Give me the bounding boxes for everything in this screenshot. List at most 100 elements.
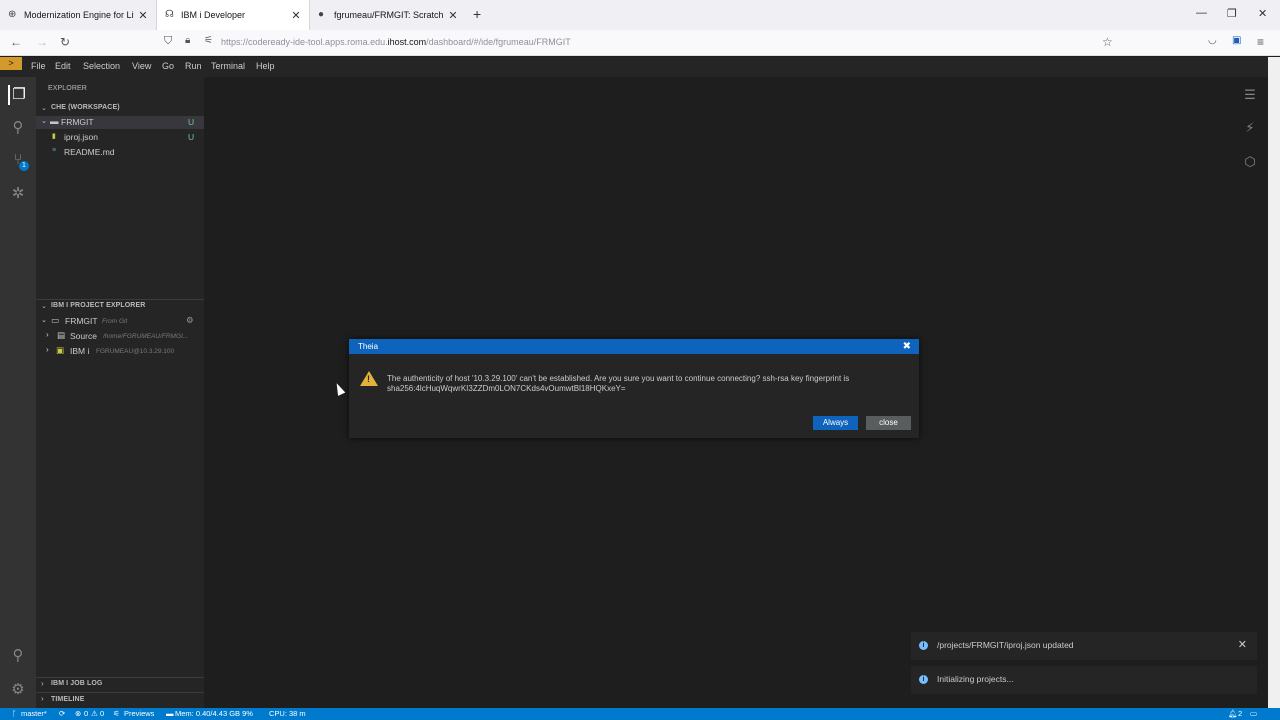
menu-go[interactable]: Go bbox=[162, 61, 174, 71]
plugin-icon[interactable]: ⚡ bbox=[1242, 120, 1258, 136]
menu-terminal[interactable]: Terminal bbox=[211, 61, 245, 71]
sidebar: EXPLORER ⌄ CHE (WORKSPACE) bbox=[36, 77, 204, 708]
hamburger-menu-icon[interactable]: ≡ bbox=[1257, 35, 1264, 49]
menu-run[interactable]: Run bbox=[185, 61, 202, 71]
section-divider bbox=[36, 299, 204, 300]
preview-icon: ⚟ bbox=[113, 709, 120, 718]
tree-file-iproj[interactable]: ▮ iproj.json U bbox=[36, 131, 204, 144]
activity-bar: ❐ ⚲ ⑂ 1 ✲ ⚲ ⚙ bbox=[0, 77, 36, 708]
git-branch[interactable]: master* bbox=[21, 709, 47, 718]
project-icon: ▭ bbox=[51, 315, 60, 325]
project-row-ibmi[interactable]: › ▣ IBM i FGRUMEAU@10.3.29.100 bbox=[36, 345, 204, 358]
window-close-icon[interactable]: ✕ bbox=[1258, 7, 1267, 20]
warning-small-icon: ⚠ bbox=[91, 709, 98, 718]
source-label: Source bbox=[70, 331, 97, 341]
bell-icon[interactable]: 🔔︎ bbox=[1228, 709, 1238, 718]
git-status-untracked: U bbox=[188, 117, 195, 127]
dialog-message: The authenticity of host '10.3.29.100' c… bbox=[387, 374, 850, 393]
folder-icon: ▬ bbox=[50, 116, 59, 126]
bookmark-star-icon[interactable]: ☆ bbox=[1102, 35, 1113, 49]
minimize-icon[interactable]: — bbox=[1196, 7, 1207, 19]
menu-file[interactable]: File bbox=[31, 61, 46, 71]
url-prefix: https://codeready-ide-tool.apps.roma.edu… bbox=[221, 37, 388, 47]
extension-icon[interactable]: ▣ bbox=[1232, 35, 1241, 46]
gear-icon[interactable]: ⚙ bbox=[186, 315, 194, 326]
ssh-authenticity-dialog: Theia ✖ ! The authenticity of host '10.3… bbox=[349, 339, 919, 438]
menu-view[interactable]: View bbox=[132, 61, 151, 71]
notification-text: Initializing projects... bbox=[937, 674, 1014, 684]
project-row-frmgit[interactable]: ⌄ ▭ FRMGIT From Git ⚙ bbox=[36, 315, 204, 328]
outline-icon[interactable]: ☰ bbox=[1242, 87, 1258, 103]
close-tab-icon[interactable]: ✕ bbox=[291, 9, 301, 22]
chevron-down-icon[interactable]: ⌄ bbox=[41, 104, 47, 112]
cpu-usage: CPU: 38 m bbox=[269, 709, 306, 718]
notification-toast: i Initializing projects... bbox=[911, 666, 1257, 694]
project-row-source[interactable]: › ▤ Source /home/FGRUMEAU/FRMGI... bbox=[36, 330, 204, 343]
new-tab-button[interactable]: + bbox=[473, 6, 481, 22]
url-bar[interactable]: https://codeready-ide-tool.apps.roma.edu… bbox=[221, 37, 571, 47]
timeline-header[interactable]: TIMELINE bbox=[51, 696, 84, 703]
previews-link[interactable]: Previews bbox=[124, 709, 154, 718]
headset-icon: ☊ bbox=[165, 9, 174, 20]
server-icon: ▣ bbox=[56, 345, 65, 355]
search-icon[interactable]: ⚲ bbox=[8, 118, 28, 138]
ibmi-label: IBM i bbox=[70, 346, 90, 356]
pocket-icon[interactable]: ◡ bbox=[1208, 35, 1217, 46]
globe-icon: ⊕ bbox=[8, 9, 17, 20]
forward-icon[interactable]: → bbox=[36, 35, 48, 49]
always-button[interactable]: Always bbox=[813, 416, 858, 430]
panel-toggle-icon[interactable]: ▭ bbox=[1250, 709, 1257, 718]
menu-selection[interactable]: Selection bbox=[83, 61, 120, 71]
debug-icon[interactable]: ✲ bbox=[8, 184, 28, 204]
browser-tab-ibmi-developer[interactable]: ☊ IBM i Developer ✕ bbox=[156, 0, 310, 30]
close-icon[interactable]: ✕ bbox=[1238, 638, 1247, 651]
restore-icon[interactable]: ❐ bbox=[1227, 7, 1237, 20]
project-explorer-header[interactable]: IBM I PROJECT EXPLORER bbox=[51, 302, 145, 309]
memory-usage: Mem: 0.40/4.43 GB 9% bbox=[175, 709, 253, 718]
git-branch-icon: ᚴ bbox=[12, 709, 17, 718]
close-tab-icon[interactable]: ✕ bbox=[138, 9, 148, 22]
warning-count[interactable]: 0 bbox=[100, 709, 104, 718]
browser-tab-github[interactable]: ● fgrumeau/FRMGIT: Scratch fro ✕ bbox=[310, 0, 466, 30]
shield-icon[interactable]: ⛉ bbox=[164, 35, 172, 48]
chevron-down-icon[interactable]: ⌄ bbox=[41, 302, 47, 310]
browser-scrollbar[interactable] bbox=[1268, 57, 1280, 708]
close-button[interactable]: close bbox=[866, 416, 911, 430]
chevron-right-icon[interactable]: › bbox=[41, 679, 44, 688]
menu-edit[interactable]: Edit bbox=[55, 61, 71, 71]
menu-help[interactable]: Help bbox=[256, 61, 275, 71]
dialog-title-bar: Theia ✖ bbox=[349, 339, 919, 354]
tree-folder-frmgit[interactable]: ⌄ ▬ FRMGIT U bbox=[36, 116, 204, 129]
chevron-right-icon[interactable]: › bbox=[41, 694, 44, 703]
job-log-header[interactable]: IBM I JOB LOG bbox=[51, 680, 102, 687]
section-divider bbox=[36, 677, 204, 678]
account-icon[interactable]: ⚲ bbox=[8, 646, 28, 666]
back-icon[interactable]: ← bbox=[10, 35, 22, 49]
lock-icon[interactable]: 🔒︎ bbox=[185, 35, 190, 46]
explorer-files-icon[interactable]: ❐ bbox=[8, 85, 28, 105]
markdown-file-icon: ≡ bbox=[52, 147, 57, 154]
tree-file-readme[interactable]: ≡ README.md bbox=[36, 146, 204, 159]
error-icon: ⊗ bbox=[75, 709, 82, 718]
tab-label: fgrumeau/FRMGIT: Scratch fro bbox=[334, 10, 444, 20]
source-folder-icon: ▤ bbox=[57, 330, 66, 340]
close-icon[interactable]: ✖ bbox=[903, 340, 911, 353]
close-tab-icon[interactable]: ✕ bbox=[448, 9, 458, 22]
reload-icon[interactable]: ↻ bbox=[60, 35, 70, 49]
cube-icon[interactable]: ⬡ bbox=[1242, 154, 1258, 170]
workspace-section-header[interactable]: CHE (WORKSPACE) bbox=[51, 104, 120, 111]
project-note: From Git bbox=[102, 318, 128, 325]
browser-nav-bar: ← → ↻ ⛉ 🔒︎ ⚟ https://codeready-ide-tool.… bbox=[0, 30, 1280, 56]
browser-tab-modernization[interactable]: ⊕ Modernization Engine for Lifecy ✕ bbox=[0, 0, 156, 30]
sync-icon[interactable]: ⟳ bbox=[59, 709, 65, 718]
settings-gear-icon[interactable]: ⚙ bbox=[8, 680, 28, 700]
url-host: ihost.com bbox=[387, 37, 427, 47]
git-status-untracked: U bbox=[188, 132, 195, 142]
error-count[interactable]: 0 bbox=[84, 709, 88, 718]
warning-icon: ! bbox=[360, 371, 378, 386]
notification-count: 2 bbox=[1238, 709, 1243, 718]
status-bar: ᚴ master* ⟳ ⊗ 0 ⚠ 0 ⚟ Previews ▬ Mem: 0.… bbox=[0, 708, 1280, 720]
permissions-icon[interactable]: ⚟ bbox=[204, 35, 213, 46]
github-icon: ● bbox=[318, 9, 325, 20]
folder-name: FRMGIT bbox=[61, 117, 94, 127]
